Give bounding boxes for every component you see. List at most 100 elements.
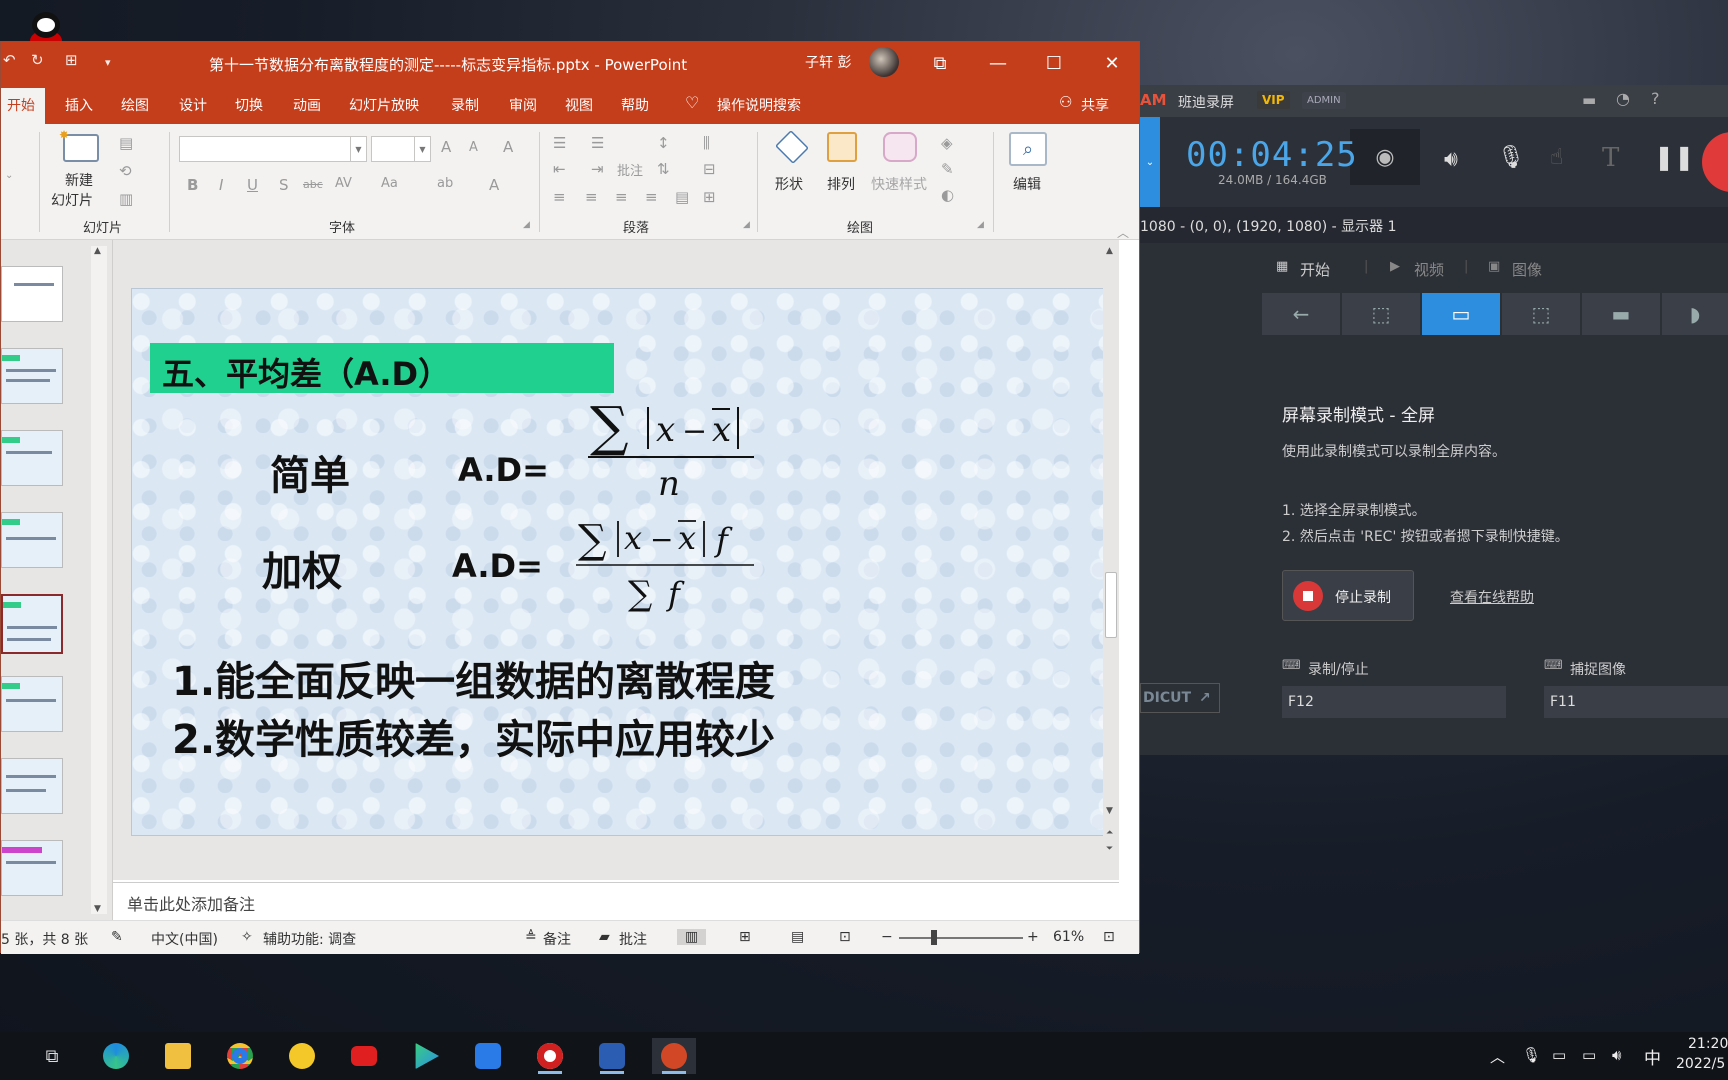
music-app-icon[interactable]: [280, 1038, 324, 1074]
comment-icon[interactable]: 批注: [617, 160, 643, 179]
tray-expand-icon[interactable]: ︿: [1490, 1046, 1505, 1067]
paragraph-dialog-launcher-icon[interactable]: ◢: [743, 220, 750, 230]
zoom-in-icon[interactable]: +: [1027, 929, 1039, 945]
align-left-icon[interactable]: ≡: [553, 188, 566, 206]
text-direction-icon[interactable]: ⇅: [657, 160, 670, 178]
redo-icon[interactable]: ↻: [31, 51, 44, 69]
reset-icon[interactable]: ⟲: [119, 162, 132, 180]
present-icon[interactable]: ⊞: [65, 51, 78, 69]
hotkey-capture-field[interactable]: F11: [1544, 686, 1728, 718]
shrink-font-icon[interactable]: A: [469, 140, 478, 155]
strikethrough-icon[interactable]: abc: [303, 178, 323, 191]
shape-fill-icon[interactable]: ◈: [941, 134, 953, 152]
stop-recording-button[interactable]: 停止录制: [1282, 570, 1414, 621]
tab-help[interactable]: 帮助: [621, 95, 649, 115]
clock-time[interactable]: 21:20: [1688, 1036, 1728, 1052]
speaker-icon[interactable]: 🔊︎: [1444, 147, 1458, 172]
slide-thumbnail[interactable]: [1, 348, 63, 404]
tab-record[interactable]: 录制: [451, 95, 479, 115]
mouse-effect-icon[interactable]: ☝︎: [1550, 145, 1563, 170]
tab-design[interactable]: 设计: [179, 95, 207, 115]
normal-view-icon[interactable]: ▥: [677, 929, 707, 945]
folder-icon[interactable]: ▬: [1582, 91, 1596, 109]
battery-icon[interactable]: ▭: [1552, 1046, 1566, 1064]
file-explorer-icon[interactable]: [156, 1038, 200, 1074]
previous-slide-icon[interactable]: ⏶: [1106, 828, 1113, 838]
drawing-dialog-launcher-icon[interactable]: ◢: [977, 220, 984, 230]
font-name-combo[interactable]: ▼: [179, 136, 367, 162]
slide-sorter-icon[interactable]: ⊞: [739, 929, 751, 945]
columns-icon[interactable]: ⫼: [703, 134, 710, 152]
align-center-icon[interactable]: ≡: [585, 188, 598, 206]
tell-me-search[interactable]: 操作说明搜索: [717, 95, 801, 115]
justify-icon[interactable]: ≡: [645, 188, 658, 206]
char-spacing-icon[interactable]: AV: [335, 176, 352, 191]
font-dialog-launcher-icon[interactable]: ◢: [523, 220, 530, 230]
align-right-icon[interactable]: ≡: [615, 188, 628, 206]
share-button[interactable]: 共享: [1081, 95, 1109, 115]
tab-transitions[interactable]: 切换: [235, 95, 263, 115]
volume-icon[interactable]: 🔊︎: [1612, 1046, 1621, 1064]
quick-access-dropdown-icon[interactable]: ▾: [105, 56, 111, 69]
tab-slideshow[interactable]: 幻灯片放映: [349, 95, 419, 115]
back-arrow-icon[interactable]: ←: [1262, 293, 1340, 335]
slide-thumbnail[interactable]: [1, 758, 63, 814]
help-icon[interactable]: ?: [1651, 89, 1660, 108]
notes-pane[interactable]: 单击此处添加备注: [113, 882, 1119, 918]
tab-image[interactable]: 图像: [1512, 259, 1542, 280]
webcam-icon[interactable]: ◉: [1350, 129, 1420, 185]
underline-icon[interactable]: U: [247, 176, 258, 194]
avatar[interactable]: [869, 47, 899, 77]
thumbnails-scrollbar[interactable]: ▲ ▼: [91, 246, 107, 914]
bullet-point-2[interactable]: 2.数学性质较差，实际中应用较少: [172, 707, 775, 765]
decrease-indent-icon[interactable]: ⇤: [553, 160, 566, 178]
vip-badge[interactable]: VIP: [1257, 91, 1290, 109]
bullets-icon[interactable]: ☰: [553, 134, 566, 152]
italic-icon[interactable]: I: [219, 176, 223, 194]
slide-thumbnail[interactable]: [1, 840, 63, 896]
scroll-thumb[interactable]: [1105, 572, 1117, 638]
find-icon[interactable]: ⌕: [1009, 132, 1047, 166]
spelling-icon[interactable]: ✎: [111, 929, 123, 945]
slide-thumbnail-selected[interactable]: [1, 594, 63, 654]
clipboard-arrow-icon[interactable]: ⌄: [5, 170, 13, 181]
weighted-formula[interactable]: ∑ x − x f ∑ f: [572, 511, 762, 615]
hdmi-mode-icon[interactable]: ▬: [1582, 293, 1660, 335]
reading-view-icon[interactable]: ▤: [791, 929, 804, 945]
editing-label[interactable]: 编辑: [1013, 174, 1041, 194]
slide-thumbnail[interactable]: [1, 266, 63, 322]
simple-label[interactable]: 简单: [270, 443, 350, 501]
game-mode-icon[interactable]: ◗: [1662, 293, 1728, 335]
accessibility-status[interactable]: 辅助功能: 调查: [263, 929, 356, 949]
powerpoint-taskbar-icon[interactable]: [652, 1038, 696, 1074]
tab-view[interactable]: 视图: [565, 95, 593, 115]
online-help-link[interactable]: 查看在线帮助: [1450, 587, 1534, 607]
hotkey-record-field[interactable]: F12: [1282, 686, 1506, 718]
arrange-icon[interactable]: [827, 132, 857, 162]
tab-insert[interactable]: 插入: [65, 95, 93, 115]
zoom-level[interactable]: 61%: [1053, 929, 1084, 945]
rectangle-mode-icon[interactable]: ⬚: [1342, 293, 1420, 335]
video-player-icon[interactable]: [404, 1038, 448, 1074]
tab-draw[interactable]: 绘图: [121, 95, 149, 115]
shape-outline-icon[interactable]: ✎: [941, 160, 954, 178]
slideshow-view-icon[interactable]: ⊡: [839, 929, 851, 945]
collapse-ribbon-icon[interactable]: ︿: [1117, 224, 1129, 241]
weighted-label[interactable]: 加权: [262, 539, 342, 597]
bold-icon[interactable]: B: [187, 176, 198, 194]
simple-ad-label[interactable]: A.D=: [458, 451, 549, 489]
grow-font-icon[interactable]: A: [441, 138, 451, 156]
microphone-tray-icon[interactable]: 🎙︎: [1522, 1046, 1541, 1064]
slide-thumbnail[interactable]: [1, 676, 63, 732]
tab-review[interactable]: 审阅: [509, 95, 537, 115]
scroll-down-icon[interactable]: ▼: [94, 904, 101, 914]
slide-thumbnail[interactable]: [1, 512, 63, 568]
clock-date[interactable]: 2022/5: [1676, 1056, 1725, 1072]
zoom-out-icon[interactable]: −: [881, 929, 893, 945]
slide-scrollbar[interactable]: ▲ ▼ ⏶ ⏷: [1103, 240, 1119, 880]
weighted-ad-label[interactable]: A.D=: [452, 547, 543, 585]
edge-icon[interactable]: [94, 1038, 138, 1074]
network-icon[interactable]: ▭: [1582, 1046, 1596, 1064]
new-slide-label-1[interactable]: 新建: [65, 170, 93, 190]
distribute-icon[interactable]: ▤: [675, 188, 689, 206]
